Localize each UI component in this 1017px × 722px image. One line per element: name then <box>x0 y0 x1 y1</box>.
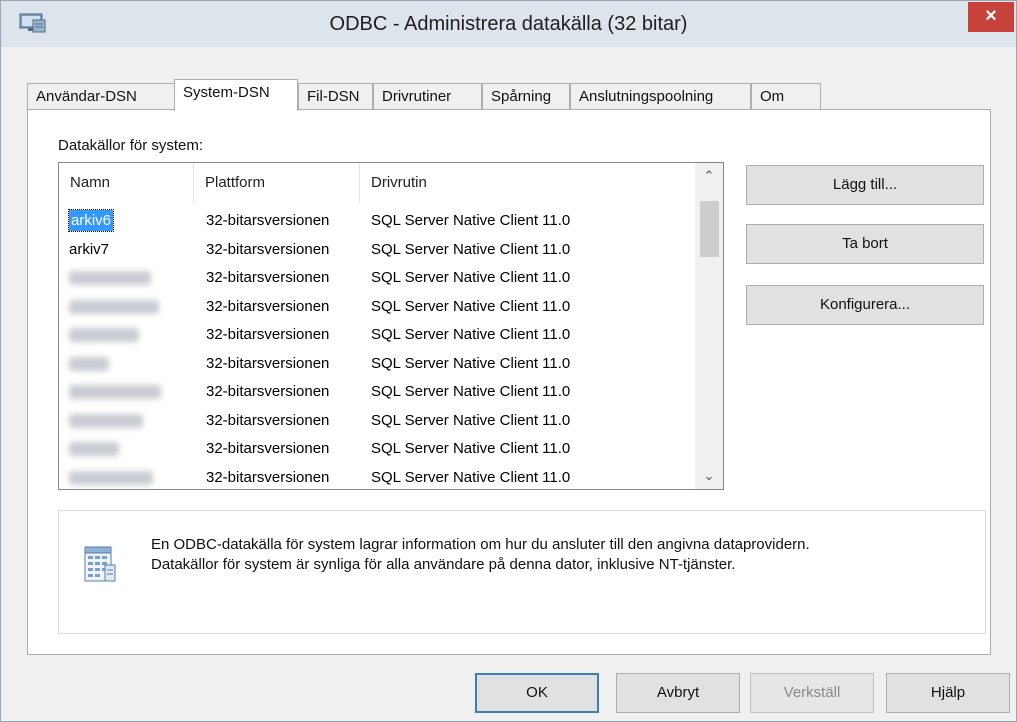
help-button[interactable]: Hjälp <box>886 673 1010 713</box>
table-row[interactable]: 32-bitarsversionen SQL Server Native Cli… <box>59 435 695 464</box>
info-box: En ODBC-datakälla för system lagrar info… <box>58 510 986 634</box>
dsn-platform: 32-bitarsversionen <box>206 212 330 229</box>
dsn-driver: SQL Server Native Client 11.0 <box>371 240 571 258</box>
tab-connection-pooling[interactable]: Anslutningspoolning <box>570 83 751 110</box>
dsn-name-redacted <box>69 385 161 399</box>
dsn-platform: 32-bitarsversionen <box>206 411 330 429</box>
table-row[interactable]: 32-bitarsversionen SQL Server Native Cli… <box>59 350 695 379</box>
column-name[interactable]: Namn <box>59 163 194 203</box>
data-source-icon <box>84 546 116 582</box>
data-source-list[interactable]: Namn Plattform Drivrutin arkiv6 32-bitar… <box>58 162 724 490</box>
tab-system-dsn[interactable]: System-DSN <box>174 79 298 111</box>
info-text: En ODBC-datakälla för system lagrar info… <box>151 535 971 575</box>
odbc-admin-window: ODBC - Administrera datakälla (32 bitar)… <box>0 0 1017 722</box>
dsn-name-redacted <box>69 356 109 371</box>
dsn-driver: SQL Server Native Client 11.0 <box>371 411 571 429</box>
ok-button[interactable]: OK <box>475 673 599 713</box>
dsn-name-redacted <box>69 442 119 456</box>
info-line-1: En ODBC-datakälla för system lagrar info… <box>151 536 810 553</box>
tab-tracing[interactable]: Spårning <box>482 83 570 110</box>
dsn-platform: 32-bitarsversionen <box>206 240 330 258</box>
list-rows: arkiv6 32-bitarsversionen SQL Server Nat… <box>59 207 695 490</box>
apply-button: Verkställ <box>750 673 874 713</box>
dsn-driver: SQL Server Native Client 11.0 <box>371 326 571 343</box>
table-row[interactable]: 32-bitarsversionen SQL Server Native Cli… <box>59 321 695 350</box>
dsn-platform: 32-bitarsversionen <box>206 383 330 400</box>
vertical-scrollbar[interactable]: ⌃ ⌄ <box>695 163 723 489</box>
column-driver[interactable]: Drivrutin <box>360 163 695 203</box>
window-title: ODBC - Administrera datakälla (32 bitar) <box>329 13 688 35</box>
dsn-driver: SQL Server Native Client 11.0 <box>371 354 571 372</box>
close-icon: × <box>985 5 997 27</box>
table-row[interactable]: 32-bitarsversionen SQL Server Native Cli… <box>59 293 695 322</box>
dsn-driver: SQL Server Native Client 11.0 <box>371 440 571 457</box>
add-button[interactable]: Lägg till... <box>746 165 984 205</box>
table-row[interactable]: 32-bitarsversionen SQL Server Native Cli… <box>59 378 695 407</box>
dsn-driver: SQL Server Native Client 11.0 <box>371 297 571 315</box>
dsn-driver: SQL Server Native Client 11.0 <box>371 383 571 400</box>
dsn-platform: 32-bitarsversionen <box>206 354 330 372</box>
scroll-up-icon[interactable]: ⌃ <box>695 163 723 189</box>
tab-about[interactable]: Om <box>751 83 821 110</box>
column-platform[interactable]: Plattform <box>194 163 360 203</box>
scroll-thumb[interactable] <box>700 201 719 257</box>
dsn-platform: 32-bitarsversionen <box>206 468 330 486</box>
dsn-driver: SQL Server Native Client 11.0 <box>371 212 571 229</box>
dsn-name-redacted <box>69 328 139 342</box>
scroll-down-icon[interactable]: ⌄ <box>695 463 723 489</box>
remove-button[interactable]: Ta bort <box>746 224 984 264</box>
info-line-2: Datakällor för system är synliga för all… <box>151 556 736 573</box>
dsn-name-redacted <box>69 271 151 285</box>
list-header: Namn Plattform Drivrutin <box>59 163 695 203</box>
configure-button[interactable]: Konfigurera... <box>746 285 984 325</box>
table-row[interactable]: arkiv7 32-bitarsversionen SQL Server Nat… <box>59 236 695 265</box>
tab-drivers[interactable]: Drivrutiner <box>373 83 482 110</box>
dsn-name-redacted <box>69 299 159 314</box>
dsn-platform: 32-bitarsversionen <box>206 297 330 315</box>
title-bar[interactable]: ODBC - Administrera datakälla (32 bitar)… <box>1 1 1016 47</box>
system-dsn-panel: Datakällor för system: Namn Plattform Dr… <box>27 109 991 655</box>
dialog-footer: OK Avbryt Verkställ Hjälp <box>1 655 1016 721</box>
dsn-platform: 32-bitarsversionen <box>206 326 330 343</box>
dsn-platform: 32-bitarsversionen <box>206 269 330 286</box>
tab-file-dsn[interactable]: Fil-DSN <box>298 83 373 110</box>
system-dsn-label: Datakällor för system: <box>58 137 204 154</box>
dsn-platform: 32-bitarsversionen <box>206 440 330 457</box>
table-row[interactable]: 32-bitarsversionen SQL Server Native Cli… <box>59 264 695 293</box>
dsn-name-redacted <box>69 470 153 485</box>
table-row[interactable]: 32-bitarsversionen SQL Server Native Cli… <box>59 464 695 490</box>
dsn-driver: SQL Server Native Client 11.0 <box>371 468 571 486</box>
cancel-button[interactable]: Avbryt <box>616 673 740 713</box>
dsn-driver: SQL Server Native Client 11.0 <box>371 269 571 286</box>
table-row[interactable]: arkiv6 32-bitarsversionen SQL Server Nat… <box>59 207 695 236</box>
close-button[interactable]: × <box>968 2 1014 32</box>
dsn-name-redacted <box>69 413 143 428</box>
table-row[interactable]: 32-bitarsversionen SQL Server Native Cli… <box>59 407 695 436</box>
dsn-name: arkiv7 <box>69 240 110 258</box>
tab-user-dsn[interactable]: Användar-DSN <box>27 83 176 110</box>
dsn-name: arkiv6 <box>67 209 115 232</box>
